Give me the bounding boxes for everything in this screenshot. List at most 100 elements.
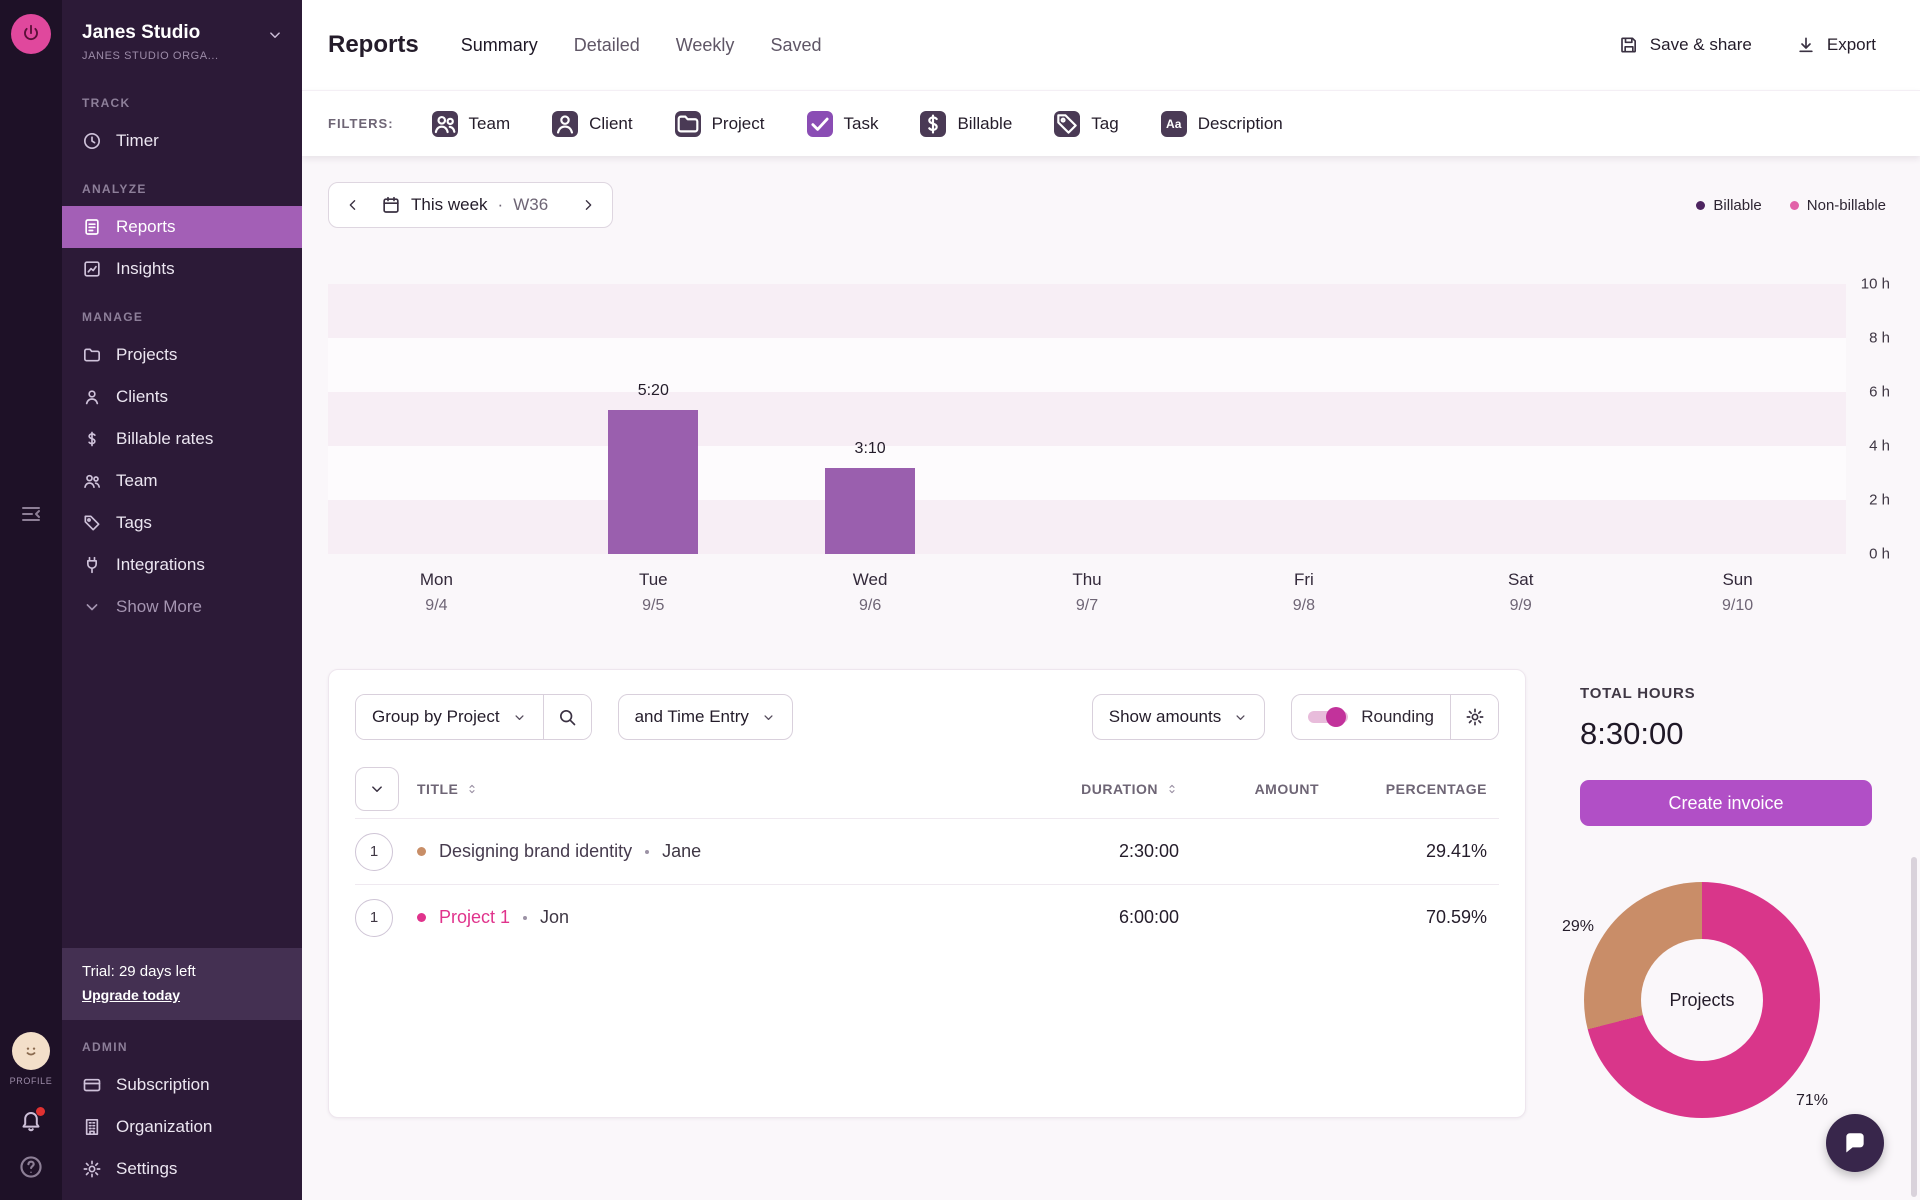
sidebar-item-tags[interactable]: Tags xyxy=(62,502,302,544)
chart-column-thu xyxy=(979,284,1196,554)
filter-chip-label: Description xyxy=(1198,114,1283,134)
workspace-switcher[interactable]: Janes Studio JANES STUDIO ORGA... xyxy=(62,0,302,76)
person-icon xyxy=(82,387,102,407)
sidebar-collapse-button[interactable] xyxy=(19,502,43,526)
rounding-toggle[interactable]: Rounding xyxy=(1292,695,1450,739)
save-share-button[interactable]: Save & share xyxy=(1619,35,1752,55)
bar-value-label: 3:10 xyxy=(855,440,886,458)
filter-chip-label: Client xyxy=(589,114,632,134)
group-count-badge[interactable]: 1 xyxy=(355,899,393,937)
project-title[interactable]: Designing brand identity xyxy=(439,841,632,862)
summary-panel: TOTAL HOURS 8:30:00 Create invoice 29% P… xyxy=(1580,669,1876,1118)
group-count-badge[interactable]: 1 xyxy=(355,833,393,871)
expand-all-button[interactable] xyxy=(355,767,399,811)
sidebar-item-insights[interactable]: Insights xyxy=(62,248,302,290)
dollar-icon xyxy=(920,111,946,137)
project-title[interactable]: Project 1 xyxy=(439,907,510,928)
group-by-select[interactable]: Group by Project xyxy=(356,695,543,739)
next-week-button[interactable] xyxy=(564,183,612,227)
sidebar-item-clients[interactable]: Clients xyxy=(62,376,302,418)
duration-cell: 6:00:00 xyxy=(1119,907,1179,928)
avatar[interactable] xyxy=(12,1032,50,1070)
tab-saved[interactable]: Saved xyxy=(770,29,821,62)
workspace-name: Janes Studio xyxy=(82,22,219,44)
sidebar-item-subscription[interactable]: Subscription xyxy=(62,1064,302,1106)
sidebar-item-reports[interactable]: Reports xyxy=(62,206,302,248)
chat-button[interactable] xyxy=(1826,1114,1884,1172)
date-separator: · xyxy=(498,195,504,215)
x-date-label: 9/6 xyxy=(762,597,979,615)
expand-cell xyxy=(355,767,417,811)
date-range-button[interactable]: This week · W36 xyxy=(377,183,564,227)
export-button[interactable]: Export xyxy=(1796,35,1876,55)
tab-summary[interactable]: Summary xyxy=(461,29,538,62)
x-date-label: 9/5 xyxy=(545,597,762,615)
projects-donut-chart[interactable]: Projects xyxy=(1584,882,1820,1118)
sidebar-item-settings[interactable]: Settings xyxy=(62,1148,302,1190)
x-day-label: Wed xyxy=(762,570,979,590)
sidebar: Janes Studio JANES STUDIO ORGA... TRACKT… xyxy=(62,0,302,1200)
subgroup-select[interactable]: and Time Entry xyxy=(618,694,793,740)
sidebar-item-timer[interactable]: Timer xyxy=(62,120,302,162)
toggle-switch[interactable] xyxy=(1308,707,1348,727)
power-icon xyxy=(20,23,42,45)
show-amounts-select[interactable]: Show amounts xyxy=(1092,694,1265,740)
filter-chip-description[interactable]: Aa Description xyxy=(1161,111,1283,137)
sidebar-item-organization[interactable]: Organization xyxy=(62,1106,302,1148)
save-share-label: Save & share xyxy=(1650,35,1752,55)
chart-header: This week · W36 Billable Non- xyxy=(328,182,1920,228)
title-column-header[interactable]: TITLE xyxy=(417,781,989,797)
bar-tue[interactable] xyxy=(608,410,698,554)
sidebar-section-label: TRACK xyxy=(62,76,302,120)
chart-column-mon xyxy=(328,284,545,554)
sidebar-item-show-more[interactable]: Show More xyxy=(62,586,302,628)
create-invoice-button[interactable]: Create invoice xyxy=(1580,780,1872,826)
filter-chip-label: Tag xyxy=(1091,114,1118,134)
upgrade-link[interactable]: Upgrade today xyxy=(82,987,180,1003)
sidebar-item-projects[interactable]: Projects xyxy=(62,334,302,376)
x-axis-label-sat: Sat9/9 xyxy=(1412,570,1629,615)
table-row: 1Project 1Jon6:00:0070.59% xyxy=(355,884,1499,950)
chevron-right-icon xyxy=(580,197,596,213)
sort-icon xyxy=(1165,782,1179,796)
filter-chip-client[interactable]: Client xyxy=(552,111,632,137)
help-button[interactable] xyxy=(18,1154,44,1180)
donut-chart-wrap: 29% Projects 71% xyxy=(1584,882,1820,1118)
search-icon xyxy=(557,707,577,727)
export-label: Export xyxy=(1827,35,1876,55)
tab-detailed[interactable]: Detailed xyxy=(574,29,640,62)
filter-chip-label: Billable xyxy=(957,114,1012,134)
person-icon xyxy=(552,111,578,137)
duration-column-header[interactable]: DURATION xyxy=(989,781,1179,797)
filter-chip-team[interactable]: Team xyxy=(432,111,511,137)
sidebar-item-team[interactable]: Team xyxy=(62,460,302,502)
filter-chip-project[interactable]: Project xyxy=(675,111,765,137)
donut-center-label: Projects xyxy=(1669,990,1734,1011)
question-icon xyxy=(18,1154,44,1180)
bar-value-label: 5:20 xyxy=(638,382,669,400)
filter-chip-billable[interactable]: Billable xyxy=(920,111,1012,137)
y-axis: 10 h8 h6 h4 h2 h0 h xyxy=(1846,284,1920,554)
bar-wed[interactable] xyxy=(825,468,915,554)
toggle-knob xyxy=(1326,707,1346,727)
page-title: Reports xyxy=(328,31,419,59)
app-logo-button[interactable] xyxy=(11,14,51,54)
tab-weekly[interactable]: Weekly xyxy=(676,29,735,62)
subgroup-label: and Time Entry xyxy=(635,707,749,727)
x-day-label: Sun xyxy=(1629,570,1846,590)
rail-bottom: PROFILE xyxy=(10,1032,53,1180)
gear-icon xyxy=(82,1159,102,1179)
sidebar-item-integrations[interactable]: Integrations xyxy=(62,544,302,586)
prev-week-button[interactable] xyxy=(329,183,377,227)
sidebar-item-label: Subscription xyxy=(116,1075,210,1095)
notifications-button[interactable] xyxy=(19,1108,43,1132)
table-header-row: TITLE DURATION AMOUNT PERCENTAGE xyxy=(355,760,1499,818)
filter-chip-tag[interactable]: Tag xyxy=(1054,111,1118,137)
filter-chip-task[interactable]: Task xyxy=(807,111,879,137)
text-icon: Aa xyxy=(1161,111,1187,137)
search-button[interactable] xyxy=(543,695,591,739)
rounding-settings-button[interactable] xyxy=(1450,695,1498,739)
scrollbar-thumb[interactable] xyxy=(1911,857,1917,1197)
filters-label: FILTERS: xyxy=(328,116,394,131)
sidebar-item-billable-rates[interactable]: Billable rates xyxy=(62,418,302,460)
